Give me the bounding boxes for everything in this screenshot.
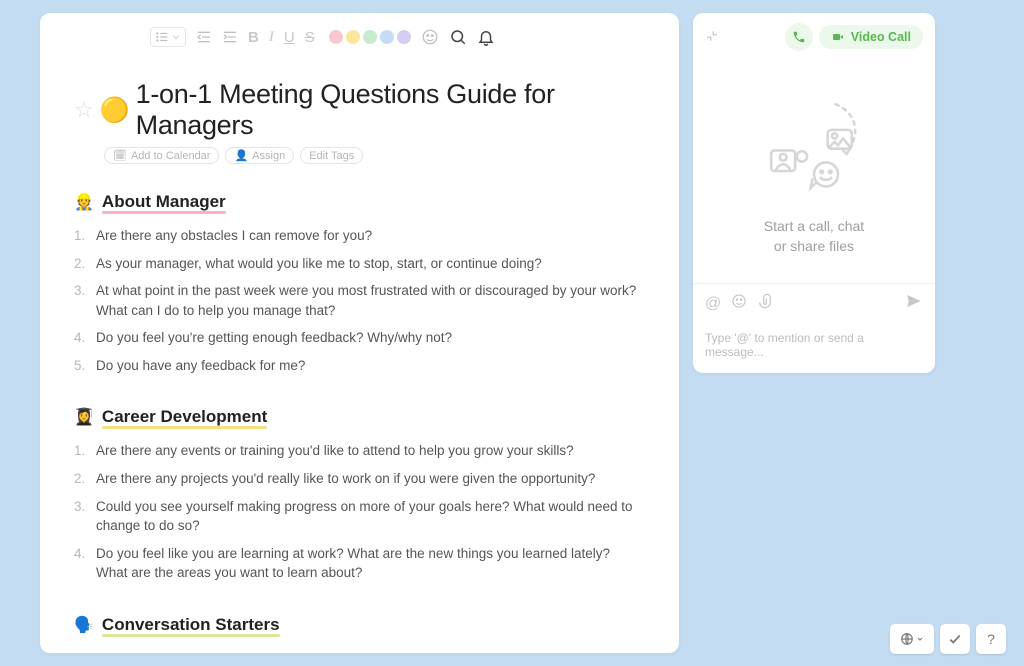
- section-title[interactable]: Career Development: [102, 407, 267, 427]
- highlight-yellow[interactable]: [346, 30, 360, 44]
- indent-button[interactable]: [222, 29, 238, 45]
- chat-panel: Video Call Start a call, cha: [693, 13, 935, 373]
- title-row: ☆ 🟡 1-on-1 Meeting Questions Guide for M…: [74, 79, 645, 141]
- question-list: Are there any events or training you'd l…: [74, 437, 645, 586]
- strike-button[interactable]: S: [305, 29, 315, 46]
- highlight-pink[interactable]: [329, 30, 343, 44]
- list-item[interactable]: Could you see yourself making progress o…: [74, 493, 645, 540]
- section-header: 👷 About Manager: [74, 192, 645, 212]
- list-item[interactable]: As your manager, what would you like me …: [74, 250, 645, 278]
- chip-label: Edit Tags: [309, 150, 354, 162]
- language-button[interactable]: [890, 624, 934, 654]
- chat-input[interactable]: Type '@' to mention or send a message...: [693, 323, 935, 373]
- chat-panel-header: Video Call: [693, 13, 935, 61]
- document-panel: B I U S ☆ 🟡 1-on-1 Meeting Questions Gui…: [40, 13, 679, 653]
- highlight-blue[interactable]: [380, 30, 394, 44]
- meta-chips: 🗓 Add to Calendar 👤 Assign Edit Tags: [104, 147, 645, 164]
- question-list: Are there any obstacles I can remove for…: [74, 222, 645, 379]
- edit-tags-chip[interactable]: Edit Tags: [300, 147, 363, 164]
- section-title[interactable]: About Manager: [102, 192, 226, 212]
- list-item[interactable]: Are there any obstacles I can remove for…: [74, 222, 645, 250]
- empty-line-1: Start a call, chat: [764, 217, 864, 237]
- search-button[interactable]: [449, 28, 467, 46]
- section-emoji: 👷: [74, 192, 94, 212]
- list-item[interactable]: Are you on track to meet the deadline?: [74, 645, 645, 653]
- list-item[interactable]: Do you have any feedback for me?: [74, 352, 645, 380]
- highlight-green[interactable]: [363, 30, 377, 44]
- assign-chip[interactable]: 👤 Assign: [225, 147, 294, 164]
- section-header: 👩‍🎓 Career Development: [74, 407, 645, 427]
- section-emoji: 🗣️: [74, 615, 94, 635]
- list-item[interactable]: Are there any events or training you'd l…: [74, 437, 645, 465]
- video-call-button[interactable]: Video Call: [819, 25, 923, 49]
- outdent-button[interactable]: [196, 29, 212, 45]
- formatting-toolbar: B I U S: [40, 13, 679, 61]
- emoji-icon[interactable]: [731, 293, 747, 314]
- video-call-label: Video Call: [851, 30, 911, 44]
- document-body: ☆ 🟡 1-on-1 Meeting Questions Guide for M…: [40, 79, 679, 653]
- send-button[interactable]: [905, 292, 923, 315]
- add-to-calendar-chip[interactable]: 🗓 Add to Calendar: [104, 147, 219, 164]
- mention-icon[interactable]: @: [705, 295, 721, 313]
- chip-label: Add to Calendar: [131, 150, 211, 162]
- highlight-color-picker: [329, 30, 411, 44]
- doc-section: 🗣️ Conversation Starters Are you on track …: [74, 615, 645, 653]
- chat-input-toolbar: @: [693, 283, 935, 323]
- section-emoji: 👩‍🎓: [74, 407, 94, 427]
- collapse-icon[interactable]: [705, 29, 719, 46]
- floating-tools: ?: [890, 624, 1006, 654]
- emoji-button[interactable]: [421, 28, 439, 46]
- list-item[interactable]: Do you feel you're getting enough feedba…: [74, 324, 645, 352]
- attach-icon[interactable]: [757, 293, 773, 314]
- section-title[interactable]: Conversation Starters: [102, 615, 280, 635]
- title-emoji: 🟡: [100, 96, 130, 125]
- chip-label: Assign: [252, 150, 285, 162]
- video-icon: [831, 31, 845, 43]
- calendar-icon: 🗓: [113, 149, 127, 162]
- help-button[interactable]: ?: [976, 624, 1006, 654]
- notifications-button[interactable]: [477, 28, 495, 46]
- doc-section: 👷 About Manager Are there any obstacles I …: [74, 192, 645, 379]
- confirm-button[interactable]: [940, 624, 970, 654]
- person-icon: 👤: [234, 149, 248, 162]
- empty-state-text: Start a call, chat or share files: [764, 217, 864, 256]
- chat-illustration: [754, 87, 874, 207]
- doc-section: 👩‍🎓 Career Development Are there any event…: [74, 407, 645, 586]
- voice-call-button[interactable]: [785, 23, 813, 51]
- question-list: Are you on track to meet the deadline?He…: [74, 645, 645, 653]
- empty-line-2: or share files: [764, 237, 864, 257]
- bold-button[interactable]: B: [248, 29, 259, 46]
- favorite-star-icon[interactable]: ☆: [74, 97, 94, 123]
- underline-button[interactable]: U: [284, 29, 295, 46]
- ordered-list-button[interactable]: [150, 27, 186, 47]
- list-item[interactable]: At what point in the past week were you …: [74, 277, 645, 324]
- chat-empty-state: Start a call, chat or share files: [693, 61, 935, 283]
- list-item[interactable]: Are there any projects you'd really like…: [74, 465, 645, 493]
- list-item[interactable]: Do you feel like you are learning at wor…: [74, 540, 645, 587]
- highlight-purple[interactable]: [397, 30, 411, 44]
- page-title[interactable]: 1-on-1 Meeting Questions Guide for Manag…: [136, 79, 645, 141]
- section-header: 🗣️ Conversation Starters: [74, 615, 645, 635]
- italic-button[interactable]: I: [269, 29, 274, 46]
